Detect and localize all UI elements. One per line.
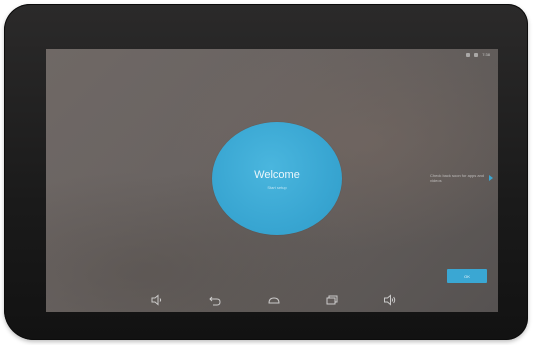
welcome-circle[interactable]: Welcome Start setup bbox=[212, 122, 342, 235]
tablet-screen: 7:38 Welcome Start setup Check back soon… bbox=[46, 49, 498, 312]
ok-button[interactable]: OK bbox=[447, 269, 487, 283]
tablet-bezel: 7:38 Welcome Start setup Check back soon… bbox=[4, 4, 528, 340]
next-arrow-icon[interactable] bbox=[489, 175, 493, 181]
welcome-subtitle: Start setup bbox=[267, 185, 287, 190]
status-icons: 7:38 bbox=[466, 52, 490, 57]
home-icon[interactable] bbox=[267, 293, 281, 307]
navigation-bar bbox=[46, 288, 498, 312]
welcome-title: Welcome bbox=[254, 169, 300, 181]
next-hint-text: Check back soon for apps and videos bbox=[430, 173, 485, 183]
battery-icon bbox=[474, 52, 479, 57]
status-bar: 7:38 bbox=[46, 49, 498, 61]
signal-icon bbox=[466, 52, 471, 57]
volume-up-icon[interactable] bbox=[383, 293, 397, 307]
volume-down-icon[interactable] bbox=[150, 293, 164, 307]
back-icon[interactable] bbox=[208, 293, 222, 307]
status-time: 7:38 bbox=[482, 52, 490, 57]
recents-icon[interactable] bbox=[325, 293, 339, 307]
